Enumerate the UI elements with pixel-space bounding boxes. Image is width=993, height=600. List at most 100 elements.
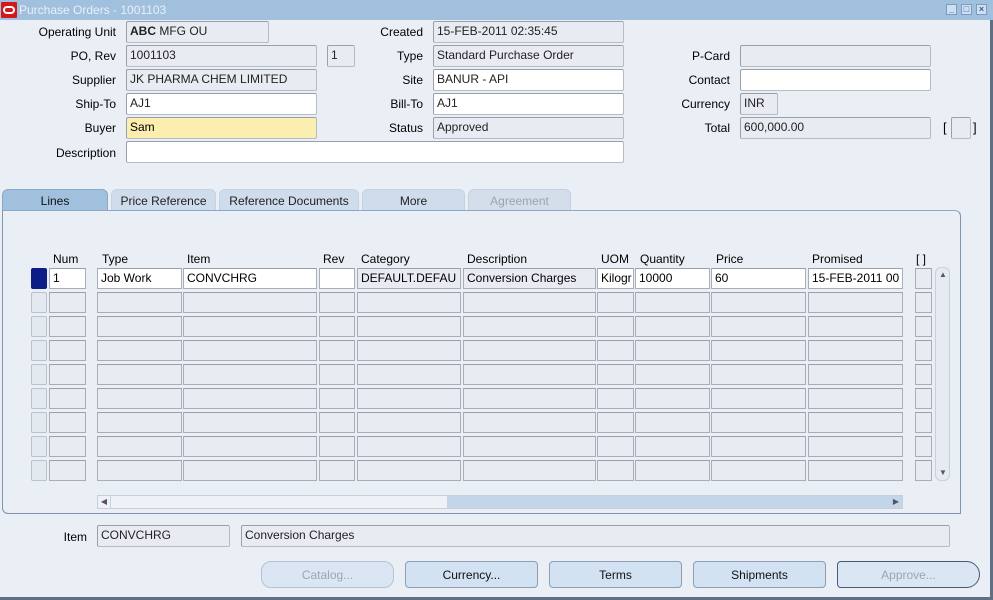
p-card-field[interactable] — [740, 45, 931, 67]
line-category-cell[interactable]: DEFAULT.DEFAU — [357, 268, 461, 289]
line-item-cell[interactable]: CONVCHRG — [183, 268, 317, 289]
empty-line-cell[interactable] — [97, 292, 182, 313]
empty-line-cell[interactable] — [597, 436, 634, 457]
empty-line-cell[interactable] — [635, 340, 710, 361]
empty-line-cell[interactable] — [357, 436, 461, 457]
empty-line-cell[interactable] — [463, 340, 596, 361]
line-flexfield-cell[interactable] — [915, 268, 932, 289]
empty-line-cell[interactable] — [808, 412, 903, 433]
empty-line-cell[interactable] — [915, 436, 932, 457]
total-field[interactable]: 600,000.00 — [740, 117, 931, 139]
currency-button[interactable]: Currency... — [405, 561, 538, 588]
vertical-scrollbar[interactable]: ▲ ▼ — [935, 267, 950, 481]
tab-price-reference[interactable]: Price Reference — [111, 189, 216, 211]
empty-line-cell[interactable] — [319, 364, 355, 385]
empty-line-cell[interactable] — [635, 292, 710, 313]
empty-line-cell[interactable] — [49, 292, 86, 313]
maximize-icon[interactable]: □ — [961, 4, 972, 15]
empty-line-cell[interactable] — [597, 340, 634, 361]
empty-line-cell[interactable] — [97, 364, 182, 385]
empty-line-cell[interactable] — [319, 316, 355, 337]
row-selector[interactable] — [31, 436, 47, 457]
row-selector[interactable] — [31, 388, 47, 409]
empty-line-cell[interactable] — [357, 340, 461, 361]
empty-line-cell[interactable] — [463, 316, 596, 337]
line-uom-cell[interactable]: Kilogr — [597, 268, 634, 289]
empty-line-cell[interactable] — [597, 388, 634, 409]
scroll-up-icon[interactable]: ▲ — [937, 269, 949, 281]
empty-line-cell[interactable] — [97, 436, 182, 457]
empty-line-cell[interactable] — [597, 364, 634, 385]
empty-line-cell[interactable] — [97, 316, 182, 337]
empty-line-cell[interactable] — [463, 460, 596, 481]
empty-line-cell[interactable] — [808, 340, 903, 361]
close-icon[interactable]: × — [976, 4, 987, 15]
empty-line-cell[interactable] — [183, 412, 317, 433]
empty-line-cell[interactable] — [183, 364, 317, 385]
empty-line-cell[interactable] — [183, 436, 317, 457]
empty-line-cell[interactable] — [463, 436, 596, 457]
empty-line-cell[interactable] — [915, 460, 932, 481]
line-price-cell[interactable]: 60 — [711, 268, 806, 289]
empty-line-cell[interactable] — [463, 292, 596, 313]
empty-line-cell[interactable] — [319, 436, 355, 457]
empty-line-cell[interactable] — [711, 388, 806, 409]
empty-line-cell[interactable] — [635, 436, 710, 457]
empty-line-cell[interactable] — [319, 340, 355, 361]
empty-line-cell[interactable] — [357, 388, 461, 409]
empty-line-cell[interactable] — [635, 364, 710, 385]
line-description-cell[interactable]: Conversion Charges — [463, 268, 596, 289]
tab-reference-documents[interactable]: Reference Documents — [219, 189, 359, 211]
empty-line-cell[interactable] — [49, 316, 86, 337]
empty-line-cell[interactable] — [915, 292, 932, 313]
scroll-right-icon[interactable]: ▶ — [890, 496, 902, 508]
empty-line-cell[interactable] — [183, 388, 317, 409]
empty-line-cell[interactable] — [97, 388, 182, 409]
currency-field[interactable]: INR — [740, 93, 778, 115]
empty-line-cell[interactable] — [711, 460, 806, 481]
line-rev-cell[interactable] — [319, 268, 355, 289]
row-selector[interactable] — [31, 340, 47, 361]
type-field[interactable]: Standard Purchase Order — [433, 45, 624, 67]
status-field[interactable]: Approved — [433, 117, 624, 139]
tab-more[interactable]: More — [362, 189, 465, 211]
buyer-field[interactable]: Sam — [126, 117, 317, 139]
empty-line-cell[interactable] — [711, 364, 806, 385]
empty-line-cell[interactable] — [97, 412, 182, 433]
empty-line-cell[interactable] — [357, 292, 461, 313]
ship-to-field[interactable]: AJ1 — [126, 93, 317, 115]
supplier-field[interactable]: JK PHARMA CHEM LIMITED — [126, 69, 317, 91]
empty-line-cell[interactable] — [49, 364, 86, 385]
created-field[interactable]: 15-FEB-2011 02:35:45 — [433, 21, 624, 43]
empty-line-cell[interactable] — [711, 292, 806, 313]
empty-line-cell[interactable] — [49, 388, 86, 409]
row-selector[interactable] — [31, 292, 47, 313]
empty-line-cell[interactable] — [597, 292, 634, 313]
empty-line-cell[interactable] — [597, 316, 634, 337]
row-selector[interactable] — [31, 316, 47, 337]
empty-line-cell[interactable] — [808, 292, 903, 313]
tab-lines[interactable]: Lines — [2, 189, 108, 211]
row-selector[interactable] — [31, 364, 47, 385]
empty-line-cell[interactable] — [357, 412, 461, 433]
empty-line-cell[interactable] — [319, 460, 355, 481]
horizontal-scrollbar[interactable]: ◀ ▶ — [97, 495, 903, 509]
empty-line-cell[interactable] — [463, 388, 596, 409]
empty-line-cell[interactable] — [463, 412, 596, 433]
description-field[interactable] — [126, 141, 624, 163]
empty-line-cell[interactable] — [357, 364, 461, 385]
empty-line-cell[interactable] — [97, 340, 182, 361]
empty-line-cell[interactable] — [49, 460, 86, 481]
empty-line-cell[interactable] — [635, 460, 710, 481]
empty-line-cell[interactable] — [357, 460, 461, 481]
site-field[interactable]: BANUR - API — [433, 69, 624, 91]
empty-line-cell[interactable] — [319, 388, 355, 409]
empty-line-cell[interactable] — [711, 340, 806, 361]
empty-line-cell[interactable] — [97, 460, 182, 481]
empty-line-cell[interactable] — [808, 364, 903, 385]
line-num-cell[interactable]: 1 — [49, 268, 86, 289]
empty-line-cell[interactable] — [357, 316, 461, 337]
empty-line-cell[interactable] — [915, 316, 932, 337]
row-selector[interactable] — [31, 460, 47, 481]
contact-field[interactable] — [740, 69, 931, 91]
